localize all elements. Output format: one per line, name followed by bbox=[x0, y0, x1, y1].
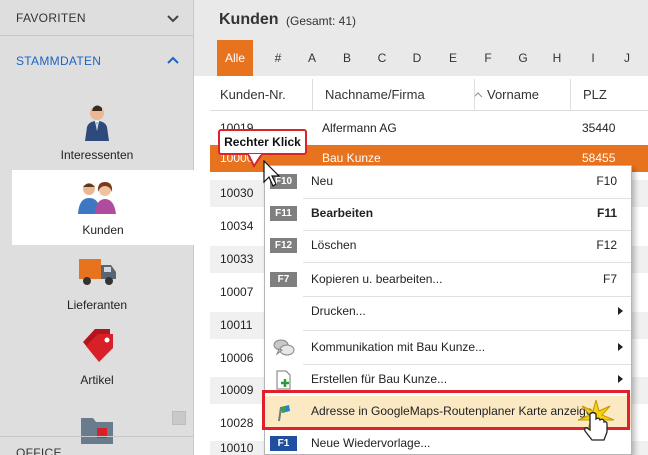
cell-kundennr: 10009 bbox=[220, 383, 254, 397]
menu-label: Erstellen für Bau Kunze... bbox=[311, 372, 448, 386]
column-header-kundennr[interactable]: Kunden-Nr. bbox=[220, 79, 286, 111]
column-header-plz[interactable]: PLZ bbox=[570, 79, 648, 111]
cell-kundennr: 10010 bbox=[220, 441, 254, 455]
filter-hash[interactable]: # bbox=[268, 40, 288, 76]
sidebar-item-lieferanten[interactable]: Lieferanten bbox=[0, 245, 194, 320]
menu-label: Löschen bbox=[311, 238, 357, 252]
office-label: OFFICE bbox=[16, 446, 62, 455]
menu-item-drucken[interactable]: Drucken... bbox=[265, 296, 631, 328]
menu-item-loeschen[interactable]: F12 Löschen F12 bbox=[265, 230, 631, 262]
table-header: Kunden-Nr. Nachname/Firma Vorname PLZ bbox=[210, 79, 648, 111]
filter-a[interactable]: A bbox=[302, 40, 322, 76]
menu-shortcut: F12 bbox=[596, 238, 617, 252]
cell-plz: 35440 bbox=[582, 121, 616, 135]
sidebar-item-kunden[interactable]: Kunden bbox=[12, 170, 194, 245]
stammdaten-label: STAMMDATEN bbox=[16, 54, 102, 68]
menu-separator bbox=[303, 262, 631, 263]
highlight-box bbox=[262, 390, 630, 430]
cell-kundennr: 10007 bbox=[220, 285, 254, 299]
key-badge: F1 bbox=[270, 436, 297, 451]
office-section-header[interactable]: OFFICE bbox=[0, 436, 194, 455]
menu-item-bearbeiten[interactable]: F11 Bearbeiten F11 bbox=[265, 198, 631, 230]
menu-shortcut: F10 bbox=[596, 174, 617, 188]
truck-icon bbox=[79, 259, 116, 285]
filter-e[interactable]: E bbox=[443, 40, 463, 76]
chevron-up-icon bbox=[167, 56, 179, 64]
filter-j[interactable]: J bbox=[617, 40, 637, 76]
cell-kundennr: 10028 bbox=[220, 416, 254, 430]
cell-kundennr: 10034 bbox=[220, 219, 254, 233]
hand-cursor-icon bbox=[577, 400, 615, 441]
tag-icon bbox=[83, 329, 113, 362]
filter-b[interactable]: B bbox=[337, 40, 357, 76]
new-document-icon bbox=[276, 370, 291, 390]
menu-item-kopieren[interactable]: F7 Kopieren u. bearbeiten... F7 bbox=[265, 264, 631, 296]
column-header-nachname[interactable]: Nachname/Firma bbox=[312, 79, 478, 111]
key-badge: F11 bbox=[270, 206, 297, 221]
submenu-arrow-icon bbox=[618, 307, 623, 315]
column-header-vorname[interactable]: Vorname bbox=[474, 79, 572, 111]
sidebar: FAVORITEN STAMMDATEN Interessenten Kunde… bbox=[0, 0, 194, 455]
filter-all[interactable]: Alle bbox=[217, 40, 253, 76]
filter-f[interactable]: F bbox=[478, 40, 498, 76]
speech-bubbles-icon bbox=[273, 339, 295, 356]
sidebar-item-label: Lieferanten bbox=[66, 298, 128, 312]
cell-name: Alfermann AG bbox=[322, 121, 397, 135]
submenu-arrow-icon bbox=[618, 343, 623, 351]
title-bar: Kunden (Gesamt: 41) bbox=[194, 0, 648, 40]
cell-kundennr: 10006 bbox=[220, 351, 254, 365]
record-count: (Gesamt: 41) bbox=[286, 14, 357, 28]
menu-label: Kommunikation mit Bau Kunze... bbox=[311, 340, 486, 354]
page-title: Kunden bbox=[219, 11, 279, 28]
chevron-down-icon bbox=[167, 15, 179, 23]
key-badge: F7 bbox=[270, 272, 297, 287]
menu-label: Drucken... bbox=[311, 304, 366, 318]
menu-label: Kopieren u. bearbeiten... bbox=[311, 272, 443, 286]
menu-label: Neu bbox=[311, 174, 334, 188]
sidebar-item-interessenten[interactable]: Interessenten bbox=[0, 95, 194, 170]
cell-kundennr: 10011 bbox=[220, 318, 253, 332]
favorites-label: FAVORITEN bbox=[16, 10, 86, 25]
cell-kundennr: 10030 bbox=[220, 186, 254, 200]
right-click-tooltip: Rechter Klick bbox=[218, 129, 307, 155]
sidebar-item-label: Kunden bbox=[82, 223, 124, 237]
alphabet-filter: Alle # A B C D E F G H I J bbox=[194, 40, 648, 76]
stammdaten-section-header[interactable]: STAMMDATEN bbox=[0, 43, 194, 79]
sidebar-item-label: Artikel bbox=[80, 373, 114, 387]
sidebar-item-documents[interactable] bbox=[0, 400, 194, 444]
filter-c[interactable]: C bbox=[372, 40, 392, 76]
sidebar-item-artikel[interactable]: Artikel bbox=[0, 320, 194, 395]
menu-item-kommunikation[interactable]: Kommunikation mit Bau Kunze... bbox=[265, 332, 631, 364]
arrow-cursor-icon bbox=[263, 160, 281, 187]
cell-kundennr: 10033 bbox=[220, 252, 254, 266]
filter-g[interactable]: G bbox=[513, 40, 533, 76]
menu-label: Bearbeiten bbox=[311, 206, 374, 220]
scroll-down-button[interactable] bbox=[172, 411, 186, 425]
menu-separator bbox=[303, 330, 631, 331]
submenu-arrow-icon bbox=[618, 375, 623, 383]
filter-i[interactable]: I bbox=[583, 40, 603, 76]
filter-d[interactable]: D bbox=[407, 40, 427, 76]
menu-item-neu[interactable]: F10 Neu F10 bbox=[265, 166, 631, 198]
menu-label: Neue Wiedervorlage... bbox=[311, 436, 431, 450]
key-badge: F12 bbox=[270, 238, 297, 253]
customers-icon bbox=[78, 182, 116, 214]
person-suit-icon bbox=[85, 105, 109, 141]
menu-shortcut: F11 bbox=[596, 206, 617, 220]
filter-h[interactable]: H bbox=[547, 40, 567, 76]
favorites-section-header[interactable]: FAVORITEN bbox=[0, 0, 194, 36]
sidebar-item-label: Interessenten bbox=[60, 148, 134, 162]
menu-shortcut: F7 bbox=[602, 272, 617, 286]
